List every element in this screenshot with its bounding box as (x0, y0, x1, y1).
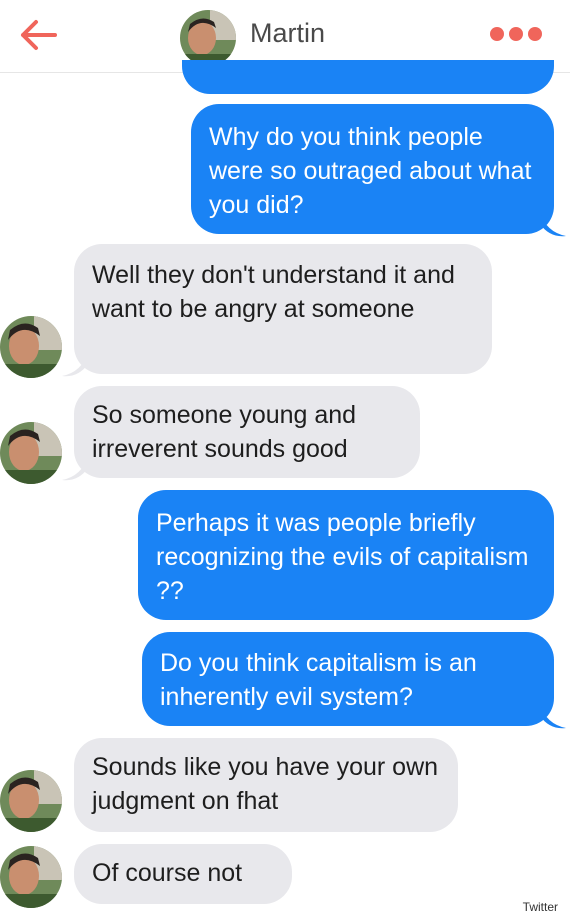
contact-avatar[interactable] (0, 770, 62, 832)
contact-avatar[interactable] (0, 422, 62, 484)
message-bubble-incoming: Sounds like you have your own judgment o… (74, 738, 458, 832)
message-text: Sounds like you have your own judgment o… (92, 753, 439, 815)
message-bubble-incoming: Well they don't understand it and want t… (74, 244, 492, 374)
bubble-tail (62, 456, 88, 481)
contact-name[interactable]: Martin (250, 18, 325, 49)
contact-avatar[interactable] (0, 846, 62, 908)
message-bubble-outgoing: Do you think capitalism is an inherently… (142, 632, 554, 726)
message-bubble-incoming: So someone young and irreverent sounds g… (74, 386, 420, 478)
image-credit: Twitter (522, 900, 558, 914)
message-bubble-incoming: Of course not (74, 844, 292, 904)
message-bubble-outgoing: Why do you think people were so outraged… (191, 104, 554, 234)
bubble-tail (540, 704, 566, 729)
contact-avatar[interactable] (0, 316, 62, 378)
bubble-tail (62, 352, 88, 377)
message-bubble-partial (182, 60, 554, 94)
message-text: Well they don't understand it and want t… (92, 261, 455, 323)
contact-avatar[interactable] (180, 10, 236, 66)
message-text: Do you think capitalism is an inherently… (160, 649, 477, 711)
message-text: Perhaps it was people briefly recognizin… (156, 509, 529, 605)
message-bubble-outgoing: Perhaps it was people briefly recognizin… (138, 490, 554, 620)
message-text: Why do you think people were so outraged… (209, 123, 532, 219)
more-dots-icon[interactable] (490, 24, 546, 44)
message-text: Of course not (92, 859, 243, 887)
message-text: So someone young and irreverent sounds g… (92, 401, 357, 463)
back-arrow-icon[interactable] (18, 18, 58, 52)
bubble-tail (540, 212, 566, 237)
